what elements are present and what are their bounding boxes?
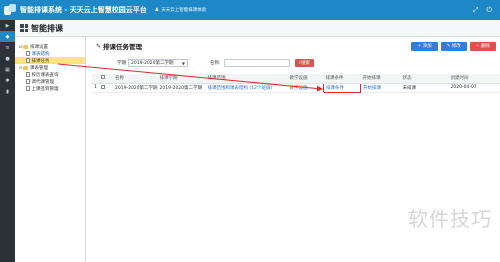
document-icon — [26, 86, 30, 91]
play-icon[interactable]: ▶ — [0, 20, 15, 31]
col-start: 开始排课 — [360, 74, 401, 84]
chart-icon[interactable]: ▮ — [0, 86, 15, 97]
task-table: 名称 排课学期 排课范围 教学设施 排课条件 开始排课 状态 创建时间 1 20… — [92, 74, 500, 93]
top-bar: 智能排课系统 - 天天云上智慧校园云平台 ♟ 天天云上智能排课体验 ⤢ ⏻ — [0, 0, 500, 20]
nav-tree: ⊟ 排课设置 课表结构 排课任务 ⊟ 课表管理 校历课表查询 调代课管理 上课签… — [15, 37, 86, 262]
col-range: 排课范围 — [205, 74, 288, 84]
table-row[interactable]: 1 2019-2020第二学期 2019-2020第二学期 排课范围和课表结构 … — [92, 82, 500, 93]
document-icon — [26, 58, 30, 63]
row-checkbox[interactable] — [101, 84, 105, 89]
user-info[interactable]: ♟ 天天云上智能排课体验 — [155, 7, 206, 13]
tree-node-structure[interactable]: 课表结构 — [15, 50, 85, 57]
col-select[interactable] — [99, 74, 113, 84]
select-all-checkbox[interactable] — [101, 75, 105, 80]
expand-icon[interactable]: ⤢ — [473, 6, 479, 15]
grid-icon — [20, 24, 28, 32]
col-index — [92, 74, 99, 84]
edit-button[interactable]: ✎ 修改 — [440, 41, 467, 51]
document-icon — [26, 51, 30, 56]
app-title: 智能排课系统 - 天天云上智慧校园云平台 — [20, 6, 147, 14]
user-icon[interactable]: ● — [0, 53, 15, 64]
col-name: 名称 — [113, 74, 158, 84]
cell-term: 2019-2020第二学期 — [157, 83, 206, 93]
edit-icon: ✎ — [96, 42, 102, 50]
col-facility: 教学设施 — [287, 74, 324, 84]
icon-rail: ▶ ◆ ≡ ● ▦ ✱ ▮ — [0, 20, 15, 262]
folder-icon — [23, 65, 28, 70]
table-header-row: 名称 排课学期 排课范围 教学设施 排课条件 开始排课 状态 创建时间 — [92, 74, 500, 84]
delete-button[interactable]: − 删除 — [469, 41, 496, 51]
name-input[interactable] — [223, 59, 290, 67]
search-button[interactable]: ⌕ 搜索 — [294, 59, 315, 67]
grid-icon[interactable]: ▦ — [0, 64, 15, 75]
filter-bar: 学期 2019-2020第二学期 ▼ 名称: ⌕ 搜索 — [90, 59, 315, 67]
tag-icon[interactable]: ◆ — [0, 31, 15, 42]
term-select[interactable]: 2019-2020第二学期 ▼ — [128, 59, 188, 67]
tree-node-attendance[interactable]: 上课签到管理 — [15, 85, 85, 92]
user-label: 天天云上智能排课体验 — [161, 8, 207, 13]
power-icon[interactable]: ⏻ — [486, 6, 492, 15]
cell-facility-link[interactable]: 教学设施 — [287, 83, 324, 93]
tree-node-calendar[interactable]: 校历课表查询 — [15, 71, 85, 78]
term-label: 学期 — [117, 61, 126, 66]
watermark-text: 软件技巧 — [408, 207, 492, 231]
name-label: 名称: — [210, 61, 221, 66]
cell-start-link[interactable]: 开始排课 — [360, 83, 401, 93]
col-term: 排课学期 — [157, 74, 206, 84]
row-index: 1 — [92, 83, 99, 93]
tree-node-settings[interactable]: ⊟ 排课设置 — [15, 43, 85, 50]
add-button[interactable]: + 添加 — [411, 41, 438, 51]
folder-icon — [23, 44, 28, 49]
tree-node-timetable[interactable]: ⊟ 课表管理 — [15, 64, 85, 71]
person-icon: ♟ — [154, 7, 160, 13]
document-icon — [26, 79, 30, 84]
col-created: 创建时间 — [448, 74, 500, 84]
cell-name: 2019-2020第二学期 — [113, 83, 158, 93]
page-title: 排课任务管理 — [103, 43, 143, 51]
cell-created: 2020-04-07 — [448, 83, 500, 93]
chevron-down-icon: ▼ — [181, 60, 185, 66]
panel-title: 智能排课 — [31, 23, 63, 33]
col-status: 状态 — [400, 74, 449, 84]
col-condition: 排课条件 — [323, 74, 361, 84]
tree-node-substitute[interactable]: 调代课管理 — [15, 78, 85, 85]
gear-icon[interactable]: ✱ — [0, 75, 15, 86]
panel-header: 智能排课 — [15, 20, 500, 37]
app-logo — [4, 4, 16, 16]
list-icon[interactable]: ≡ — [0, 42, 15, 53]
cell-condition-link[interactable]: 排课条件 — [323, 82, 362, 93]
cell-status: 未排课 — [400, 83, 449, 93]
row-select[interactable] — [99, 83, 113, 93]
cell-range-link[interactable]: 排课范围和课表结构 (12个班级) — [205, 83, 288, 93]
tree-node-tasks[interactable]: 排课任务 — [15, 57, 85, 64]
document-icon — [26, 72, 30, 77]
